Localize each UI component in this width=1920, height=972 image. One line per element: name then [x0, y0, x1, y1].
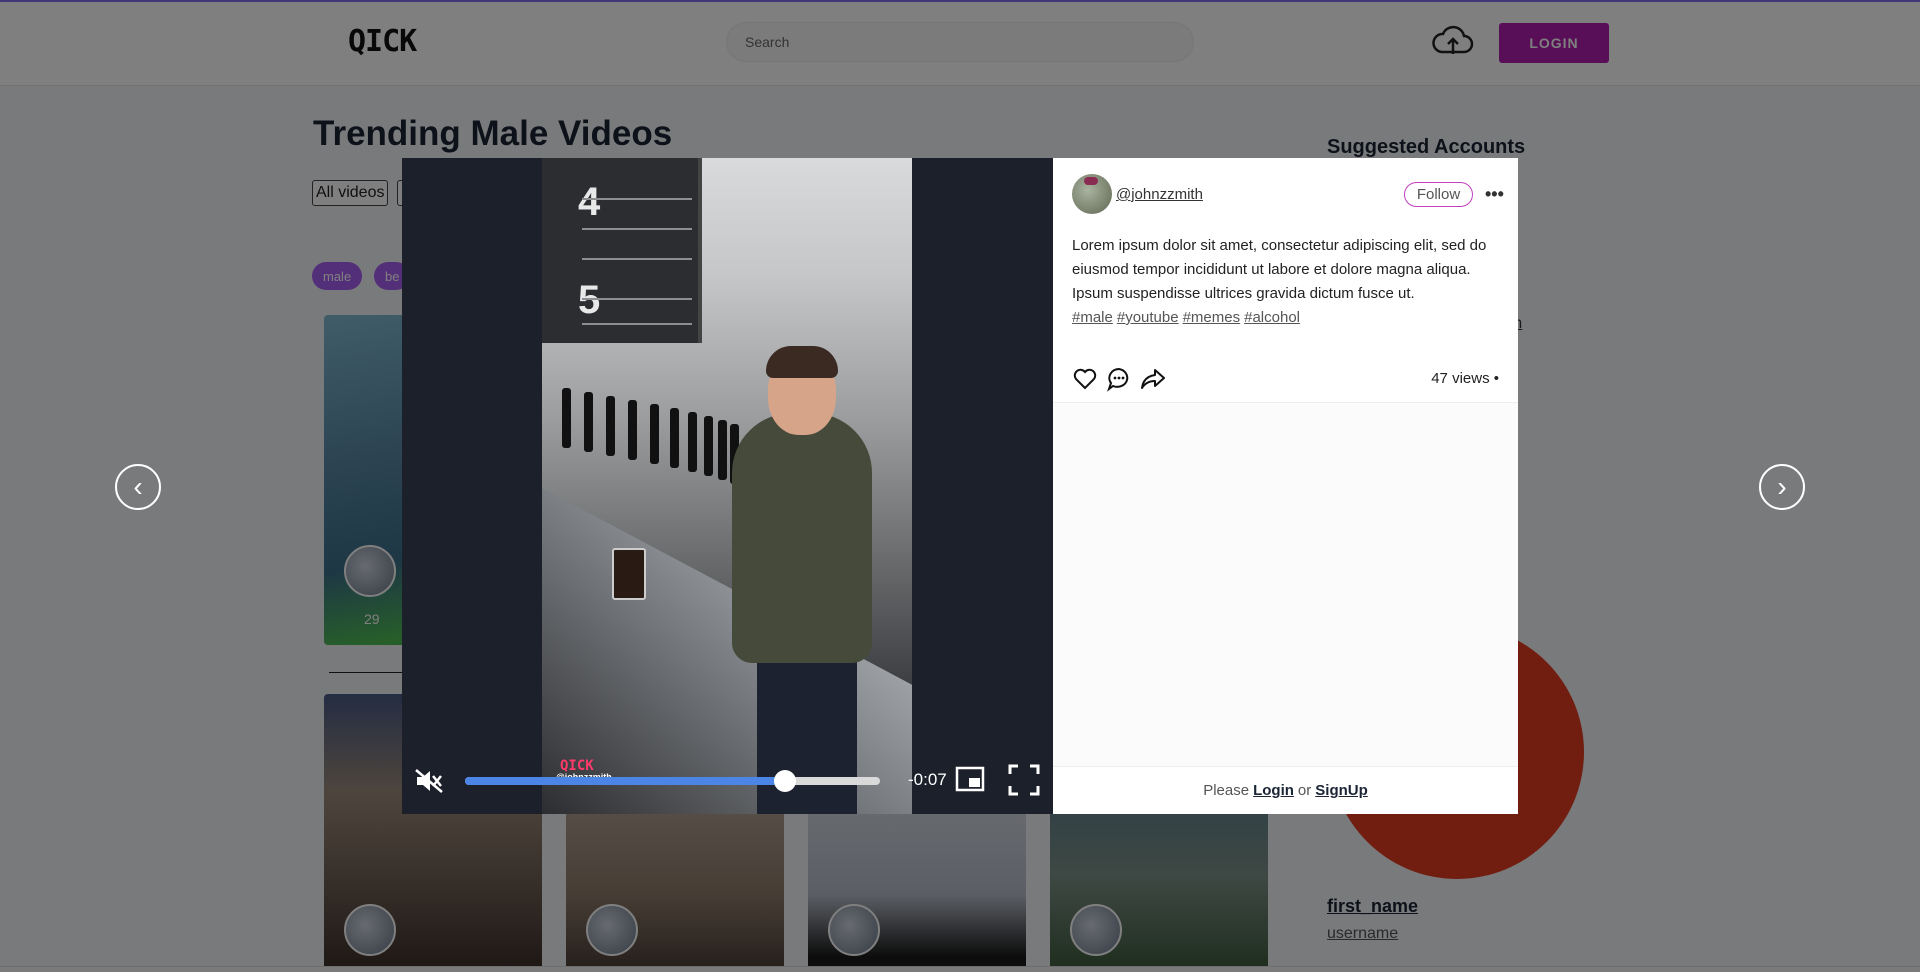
video-player[interactable]: 4 5 QICK -0:07	[402, 158, 1053, 814]
video-frame[interactable]: 4 5 QICK	[542, 158, 912, 814]
beer-glass	[612, 548, 646, 600]
heart-icon[interactable]	[1072, 366, 1098, 392]
tap	[718, 420, 727, 480]
board-line	[582, 228, 692, 230]
progress-fill	[465, 777, 785, 785]
board-line	[582, 323, 692, 325]
menu-board: 4 5	[542, 158, 702, 343]
share-icon[interactable]	[1140, 366, 1166, 392]
previous-video-button[interactable]: ‹	[115, 464, 161, 510]
progress-handle[interactable]	[773, 770, 796, 792]
comment-icon[interactable]	[1106, 366, 1132, 392]
hashtag-link[interactable]: #male	[1072, 309, 1113, 326]
tap	[670, 408, 679, 468]
tap	[584, 392, 593, 452]
tap	[650, 404, 659, 464]
board-line	[582, 258, 692, 260]
hashtag-list: #male #youtube #memes #alcohol	[1072, 309, 1304, 326]
tap	[688, 412, 697, 472]
chevron-right-icon: ›	[1777, 471, 1787, 502]
tap	[606, 396, 615, 456]
next-video-button[interactable]: ›	[1759, 464, 1805, 510]
video-description: Lorem ipsum dolor sit amet, consectetur …	[1072, 234, 1502, 330]
signup-link[interactable]: SignUp	[1315, 782, 1368, 799]
hashtag-link[interactable]: #alcohol	[1244, 309, 1300, 326]
progress-bar[interactable]	[465, 770, 880, 792]
tap	[704, 416, 713, 476]
login-prompt-or: or	[1297, 782, 1312, 799]
board-number: 5	[578, 278, 601, 322]
board-line	[582, 198, 692, 200]
description-text: Lorem ipsum dolor sit amet, consectetur …	[1072, 237, 1487, 302]
login-prompt: Please Login or SignUp	[1053, 766, 1518, 814]
follow-button[interactable]: Follow	[1404, 182, 1473, 207]
video-info-header: @johnzzmith Follow ••• Lorem ipsum dolor…	[1053, 158, 1518, 403]
chevron-left-icon: ‹	[133, 471, 143, 502]
tap	[562, 388, 571, 448]
author-avatar[interactable]	[1072, 174, 1112, 214]
hashtag-link[interactable]: #memes	[1183, 309, 1241, 326]
author-handle[interactable]: @johnzzmith	[1116, 186, 1203, 203]
view-count: 47 views •	[1431, 370, 1499, 387]
board-line	[582, 298, 692, 300]
video-modal: 4 5 QICK -0:07 @johnzzmith Follow ••• Lo…	[402, 158, 1518, 814]
video-controls: -0:07	[402, 756, 1053, 806]
time-remaining: -0:07	[908, 770, 947, 789]
fullscreen-icon[interactable]	[1008, 764, 1040, 796]
board-number: 4	[578, 180, 601, 224]
login-link[interactable]: Login	[1253, 782, 1294, 799]
picture-in-picture-icon[interactable]	[955, 766, 985, 792]
video-info-panel: @johnzzmith Follow ••• Lorem ipsum dolor…	[1053, 158, 1518, 814]
muted-speaker-icon[interactable]	[414, 768, 444, 794]
login-prompt-prefix: Please	[1203, 782, 1250, 799]
person-hair	[766, 346, 838, 378]
more-options-icon[interactable]: •••	[1485, 184, 1505, 204]
tap	[628, 400, 637, 460]
hashtag-link[interactable]: #youtube	[1117, 309, 1179, 326]
person-body	[732, 413, 872, 663]
